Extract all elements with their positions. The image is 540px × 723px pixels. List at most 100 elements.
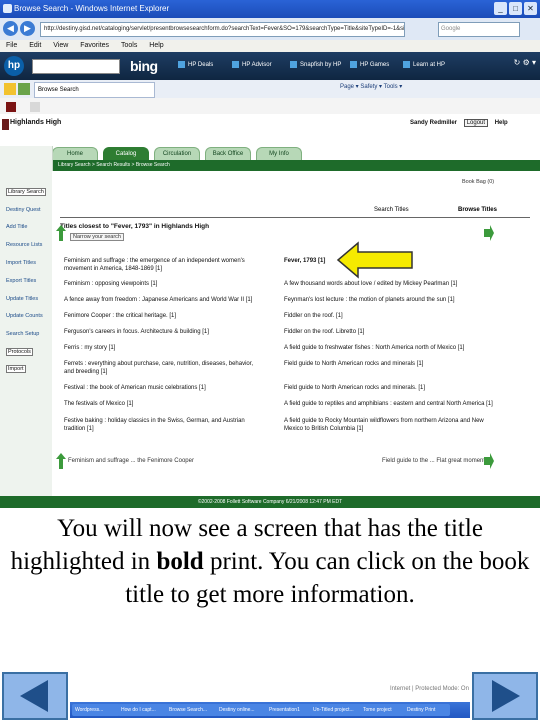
taskbar-item-5[interactable]: Un-Titled project...: [310, 704, 362, 716]
sidebar-item-export-titles[interactable]: Export Titles: [6, 278, 36, 284]
title-link-right-8[interactable]: A field guide to reptiles and amphibians…: [284, 401, 494, 409]
forward-icon[interactable]: ▶: [20, 21, 35, 36]
taskbar-item-3[interactable]: Destiny online...: [216, 704, 268, 716]
favorites-star-icon[interactable]: [4, 83, 16, 95]
taskbar-item-7[interactable]: Destiny Print: [404, 704, 450, 716]
sidebar-item-search-setup[interactable]: Search Setup: [6, 331, 39, 337]
tab-catalog[interactable]: Catalog: [103, 147, 149, 160]
title-link-right-9[interactable]: A field guide to Rocky Mountain wildflow…: [284, 418, 494, 433]
bing-item-snapfish[interactable]: Snapfish by HP: [290, 61, 341, 68]
address-input[interactable]: http://destiny.gisd.net/cataloging/servl…: [40, 22, 405, 37]
sidebar-item-import-titles[interactable]: Import Titles: [6, 260, 36, 266]
minimize-button[interactable]: _: [494, 2, 507, 15]
bing-item-hp-advisor[interactable]: HP Advisor: [232, 61, 272, 68]
previous-page-bottom-icon[interactable]: [56, 453, 66, 469]
previous-page-link[interactable]: Feminism and suffrage ... the Fenimore C…: [68, 458, 194, 466]
module-tabs: Home Catalog Circulation Back Office My …: [52, 147, 302, 160]
title-link-right-7[interactable]: Field guide to North American rocks and …: [284, 385, 494, 393]
divider: [60, 217, 530, 218]
menu-help[interactable]: Help: [149, 42, 163, 49]
window-controls: _ □ ✕: [494, 2, 537, 15]
view-tabs: Search Titles Browse Titles: [332, 207, 522, 217]
title-link-left-9[interactable]: Festive baking : holiday classics in the…: [64, 418, 264, 433]
bing-search-input[interactable]: [32, 59, 120, 74]
title-link-right-3[interactable]: Fiddler on the roof. [1]: [284, 313, 494, 321]
bing-logo: bing: [130, 58, 158, 74]
next-slide-button[interactable]: [472, 672, 538, 720]
title-link-left-3[interactable]: Fenimore Cooper : the critical heritage.…: [64, 313, 264, 321]
command-bar[interactable]: Page ▾ Safety ▾ Tools ▾: [340, 83, 402, 90]
results-heading: Titles closest to "Fever, 1793" in Highl…: [60, 223, 210, 230]
title-link-left-2[interactable]: A fence away from freedom : Japanese Ame…: [64, 297, 264, 305]
user-info: Sandy Redmiller Logout Help: [410, 119, 508, 127]
logout-button[interactable]: Logout: [463, 119, 489, 127]
taskbar-item-1[interactable]: How do I capt...: [118, 704, 168, 716]
bing-item-hp-games[interactable]: HP Games: [350, 61, 389, 68]
sidebar-item-protocols[interactable]: Protocols: [6, 348, 33, 356]
title-link-left-4[interactable]: Ferguson's careers in focus. Architectur…: [64, 329, 264, 337]
sidebar-item-resource-lists[interactable]: Resource Lists: [6, 242, 42, 248]
title-link-left-8[interactable]: The festivals of Mexico [1]: [64, 401, 264, 409]
breadcrumb[interactable]: Library Search > Search Results > Browse…: [52, 160, 540, 171]
sidebar-item-destiny-quest[interactable]: Destiny Quest: [6, 207, 41, 213]
title-link-left-5[interactable]: Ferris : my story [1]: [64, 345, 264, 353]
tab-browse-titles[interactable]: Browse Titles: [458, 207, 497, 213]
sidebar-item-update-counts[interactable]: Update Counts: [6, 313, 43, 319]
previous-slide-button[interactable]: [2, 672, 68, 720]
search-input[interactable]: Google: [438, 22, 520, 37]
help-link[interactable]: Help: [495, 120, 508, 126]
book-bag-link[interactable]: Book Bag (0): [462, 179, 494, 185]
next-page-link[interactable]: Field guide to the ... Flat great moment: [382, 458, 485, 466]
title-link-left-1[interactable]: Feminism : opposing viewpoints [1]: [64, 281, 264, 289]
tab-circulation[interactable]: Circulation: [154, 147, 200, 160]
menu-file[interactable]: File: [6, 42, 17, 49]
back-icon[interactable]: ◀: [3, 21, 18, 36]
close-button[interactable]: ✕: [524, 2, 537, 15]
sidebar-item-library-search[interactable]: Library Search: [6, 188, 46, 196]
sidebar-item-import[interactable]: Import: [6, 365, 26, 373]
destiny-logo-icon: [6, 102, 16, 112]
title-link-right-2[interactable]: Feynman's lost lecture : the motion of p…: [284, 297, 494, 305]
tab-back-office[interactable]: Back Office: [205, 147, 251, 160]
title-link-right-1[interactable]: A few thousand words about love / edited…: [284, 281, 494, 289]
secondary-toolbar: [0, 98, 540, 115]
windows-taskbar: Wordpress... How do I capt... Browse Sea…: [70, 702, 470, 718]
title-link-left-0[interactable]: Feminism and suffrage : the emergence of…: [64, 258, 264, 273]
title-link-right-6[interactable]: Field guide to North American rocks and …: [284, 361, 494, 369]
tab-my-info[interactable]: My Info: [256, 147, 302, 160]
bing-item-learn[interactable]: Learn at HP: [403, 61, 445, 68]
address-bar-row: ◀ ▶ http://destiny.gisd.net/cataloging/s…: [0, 18, 540, 41]
taskbar-item-0[interactable]: Wordpress...: [72, 704, 120, 716]
title-link-left-6[interactable]: Ferrets : everything about purchase, car…: [64, 361, 264, 376]
browse-results: Book Bag (0) Search Titles Browse Titles…: [52, 171, 540, 496]
add-favorite-icon[interactable]: [18, 83, 30, 95]
taskbar-item-2[interactable]: Browse Search...: [166, 704, 218, 716]
title-link-right-5[interactable]: A field guide to freshwater fishes : Nor…: [284, 345, 494, 353]
menu-edit[interactable]: Edit: [29, 42, 41, 49]
tab-home[interactable]: Home: [52, 147, 98, 160]
window-title: Browse Search - Windows Internet Explore…: [14, 4, 170, 13]
title-link-right-4[interactable]: Fiddler on the roof. Libretto [1]: [284, 329, 494, 337]
maximize-button[interactable]: □: [509, 2, 522, 15]
toolbar-controls-icon[interactable]: ↻ ⚙ ▾: [514, 58, 536, 67]
tab-search-titles[interactable]: Search Titles: [374, 207, 409, 213]
taskbar-item-4[interactable]: Presentation1: [266, 704, 312, 716]
title-link-left-7[interactable]: Festival : the book of American music ce…: [64, 385, 264, 393]
bing-item-hp-deals[interactable]: HP Deals: [178, 61, 213, 68]
taskbar-item-6[interactable]: Tome project: [360, 704, 406, 716]
menu-favorites[interactable]: Favorites: [80, 42, 109, 49]
narrow-search-button[interactable]: Narrow your search: [70, 233, 124, 241]
next-page-bottom-icon[interactable]: [484, 453, 494, 469]
next-page-icon[interactable]: [484, 225, 494, 241]
status-zone: Internet | Protected Mode: On: [390, 686, 469, 692]
bing-toolbar: hp bing HP Deals HP Advisor Snapfish by …: [0, 52, 540, 80]
browser-tab[interactable]: Browse Search: [34, 82, 155, 98]
menu-tools[interactable]: Tools: [121, 42, 137, 49]
hp-logo-icon: hp: [4, 56, 24, 76]
sidebar: Library Search Destiny Quest Add Title R…: [0, 146, 53, 496]
previous-page-icon[interactable]: [56, 225, 66, 241]
menu-view[interactable]: View: [53, 42, 68, 49]
page-footer: ©2002-2008 Follett Software Company 6/21…: [0, 496, 540, 508]
sidebar-item-update-titles[interactable]: Update Titles: [6, 296, 38, 302]
sidebar-item-add-title[interactable]: Add Title: [6, 224, 27, 230]
